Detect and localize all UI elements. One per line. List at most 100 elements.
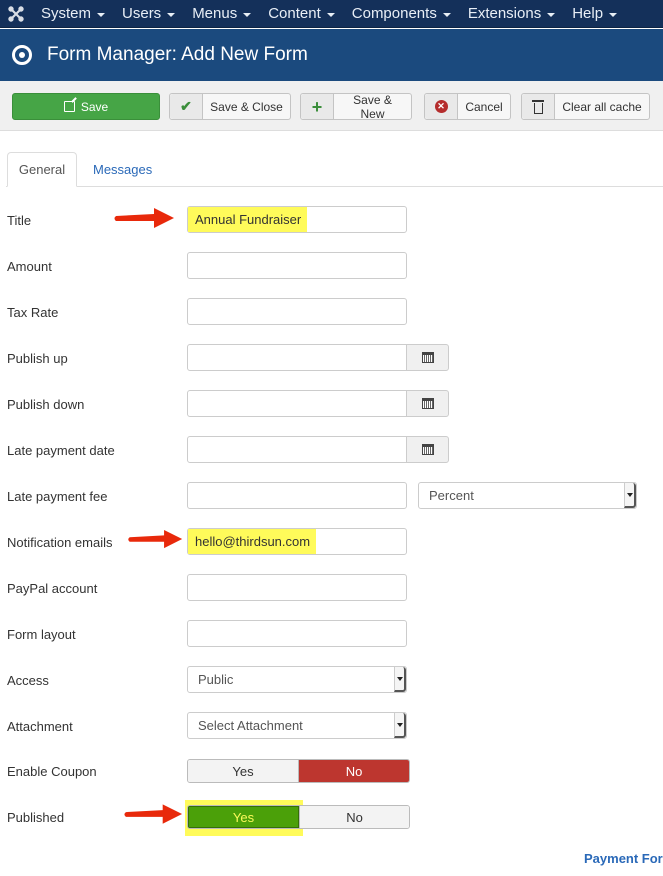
- late-payment-fee-label: Late payment fee: [7, 489, 108, 504]
- menu-label: Menus: [192, 5, 238, 22]
- paypal-account-input[interactable]: [187, 574, 407, 601]
- menu-extensions[interactable]: Extensions: [459, 0, 563, 28]
- published-toggle: Yes No: [187, 805, 410, 829]
- toolbar: Save ✔ Save & Close + Save & New ✕ Cance…: [0, 81, 663, 131]
- form-layout-input[interactable]: [187, 620, 407, 647]
- tax-rate-row: Tax Rate: [0, 298, 663, 326]
- late-payment-date-row: Late payment date: [0, 436, 663, 464]
- dropdown-arrow-icon: [394, 667, 406, 692]
- title-value: Annual Fundraiser: [188, 207, 308, 232]
- enable-coupon-row: Enable Coupon Yes No: [0, 759, 663, 787]
- caret-down-icon: [97, 12, 106, 17]
- checkmark-icon: ✔: [170, 94, 203, 119]
- title-input[interactable]: Annual Fundraiser: [187, 206, 407, 233]
- menu-label: Components: [351, 5, 437, 22]
- publish-down-label: Publish down: [7, 397, 85, 412]
- dropdown-arrow-icon: [624, 483, 636, 508]
- notification-emails-label: Notification emails: [7, 535, 113, 550]
- notification-emails-value: hello@thirdsun.com: [188, 529, 317, 554]
- top-navbar: System Users Menus Content Components Ex…: [0, 0, 663, 28]
- calendar-icon: [421, 444, 434, 455]
- save-close-button[interactable]: ✔ Save & Close: [169, 93, 291, 120]
- footer-payment-form-link[interactable]: Payment For: [584, 851, 663, 866]
- attachment-row: Attachment Select Attachment: [0, 712, 663, 740]
- access-row: Access Public: [0, 666, 663, 694]
- enable-coupon-label: Enable Coupon: [7, 764, 97, 779]
- publish-down-row: Publish down: [0, 390, 663, 418]
- menu-content[interactable]: Content: [259, 0, 343, 28]
- tax-rate-label: Tax Rate: [7, 305, 59, 320]
- access-select[interactable]: Public: [187, 666, 407, 693]
- page-header: Form Manager: Add New Form: [0, 29, 663, 81]
- amount-input[interactable]: [187, 252, 407, 279]
- tax-rate-input[interactable]: [187, 298, 407, 325]
- late-payment-date-input[interactable]: [187, 436, 407, 463]
- tab-bar: General Messages: [6, 152, 663, 187]
- save-button[interactable]: Save: [12, 93, 160, 120]
- save-close-label: Save & Close: [210, 99, 283, 114]
- enable-coupon-toggle: Yes No: [187, 759, 410, 783]
- target-circle-icon: [12, 45, 32, 65]
- attachment-select[interactable]: Select Attachment: [187, 712, 407, 739]
- menu-label: Help: [572, 5, 604, 22]
- menu-users[interactable]: Users: [113, 0, 183, 28]
- amount-row: Amount: [0, 252, 663, 280]
- joomla-logo-icon[interactable]: [0, 0, 32, 28]
- title-row: Title Annual Fundraiser: [0, 206, 663, 234]
- save-new-label: Save & New: [353, 92, 392, 121]
- menu-label: System: [41, 5, 92, 22]
- red-arrow-annotation-icon: [124, 804, 183, 824]
- enable-coupon-no[interactable]: No: [298, 760, 409, 782]
- cancel-button[interactable]: ✕ Cancel: [424, 93, 511, 120]
- published-yes[interactable]: Yes: [188, 806, 299, 828]
- menu-menus[interactable]: Menus: [183, 0, 259, 28]
- clear-cache-label: Clear all cache: [562, 99, 642, 114]
- publish-up-input[interactable]: [187, 344, 407, 371]
- paypal-account-row: PayPal account: [0, 574, 663, 602]
- dropdown-arrow-icon: [394, 713, 406, 738]
- amount-label: Amount: [7, 259, 52, 274]
- late-payment-fee-row: Late payment fee Percent: [0, 482, 663, 510]
- notification-emails-input[interactable]: hello@thirdsun.com: [187, 528, 407, 555]
- enable-coupon-yes[interactable]: Yes: [188, 760, 298, 782]
- attachment-label: Attachment: [7, 719, 73, 734]
- publish-down-calendar-button[interactable]: [406, 390, 449, 417]
- published-row: Published Yes No: [0, 800, 663, 836]
- save-label: Save: [80, 99, 109, 114]
- caret-down-icon: [243, 12, 252, 17]
- title-label: Title: [7, 213, 32, 228]
- late-payment-date-label: Late payment date: [7, 443, 115, 458]
- form-layout-label: Form layout: [7, 627, 76, 642]
- calendar-icon: [421, 398, 434, 409]
- form-layout-row: Form layout: [0, 620, 663, 648]
- select-value: Percent: [429, 488, 474, 503]
- menu-label: Content: [268, 5, 321, 22]
- menu-label: Extensions: [467, 5, 542, 22]
- publish-down-input[interactable]: [187, 390, 407, 417]
- publish-up-row: Publish up: [0, 344, 663, 372]
- published-label: Published: [7, 810, 65, 825]
- tab-messages[interactable]: Messages: [93, 152, 152, 187]
- clear-cache-button[interactable]: Clear all cache: [521, 93, 650, 120]
- caret-down-icon: [547, 12, 556, 17]
- menu-system[interactable]: System: [32, 0, 113, 28]
- tab-label: General: [18, 162, 66, 177]
- plus-icon: +: [301, 94, 334, 119]
- page-title: Form Manager: Add New Form: [47, 44, 308, 65]
- late-payment-fee-input[interactable]: [187, 482, 407, 509]
- tab-label: Messages: [93, 162, 153, 177]
- notification-emails-row: Notification emails hello@thirdsun.com: [0, 528, 663, 556]
- publish-up-calendar-button[interactable]: [406, 344, 449, 371]
- access-label: Access: [7, 673, 49, 688]
- menu-label: Users: [122, 5, 162, 22]
- menu-components[interactable]: Components: [343, 0, 459, 28]
- caret-down-icon: [609, 12, 618, 17]
- caret-down-icon: [167, 12, 176, 17]
- published-no[interactable]: No: [299, 806, 409, 828]
- tab-general[interactable]: General: [7, 152, 77, 187]
- cancel-label: Cancel: [465, 99, 503, 114]
- menu-help[interactable]: Help: [563, 0, 625, 28]
- save-new-button[interactable]: + Save & New: [300, 92, 412, 121]
- late-payment-date-calendar-button[interactable]: [406, 436, 449, 463]
- late-payment-fee-type-select[interactable]: Percent: [418, 482, 637, 509]
